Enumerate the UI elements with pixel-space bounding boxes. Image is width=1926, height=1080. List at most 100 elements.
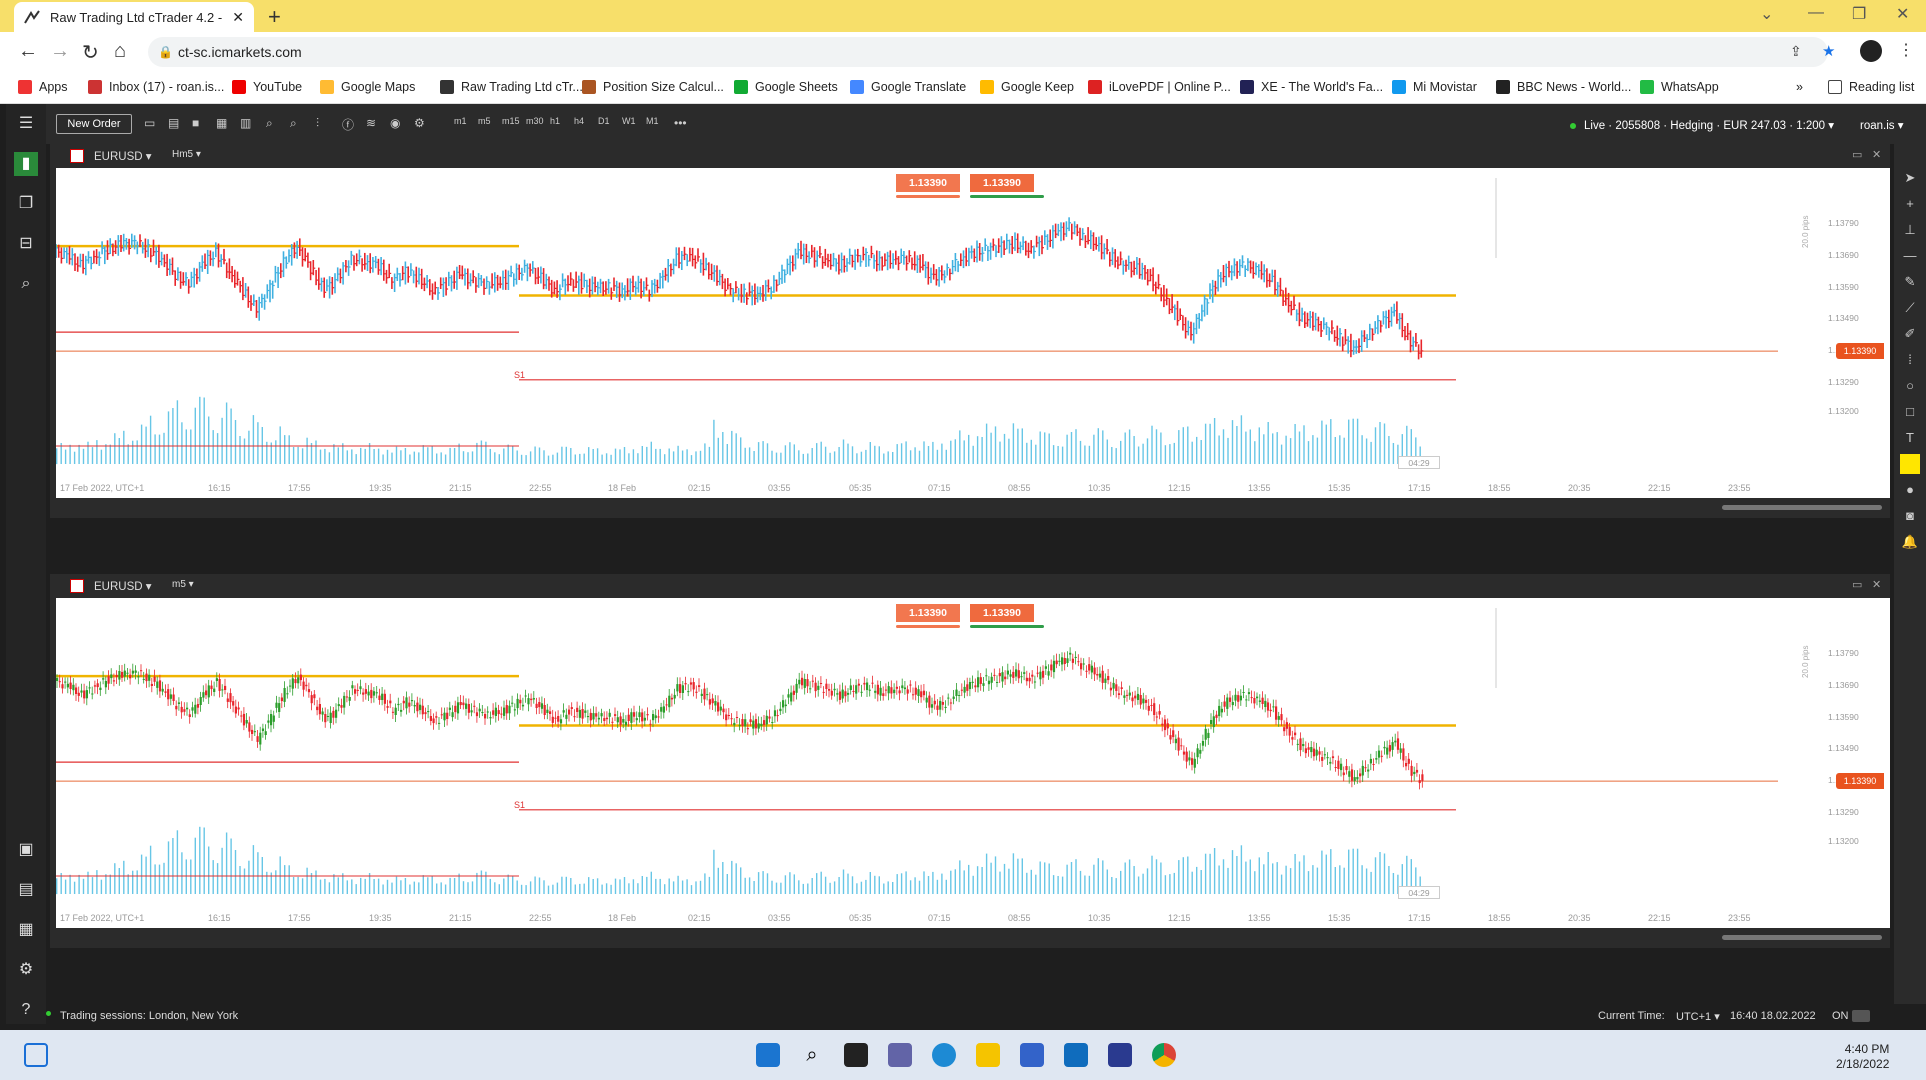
timeframe-selector[interactable]: m5 ▾ — [172, 579, 194, 590]
more-timeframes-icon[interactable]: ••• — [674, 116, 687, 130]
maximize-chart-icon[interactable]: ▭ — [1852, 578, 1862, 591]
help-icon[interactable]: ? — [14, 998, 38, 1022]
timezone-select[interactable]: UTC+1 ▾ — [1676, 1010, 1720, 1023]
edge-icon[interactable] — [932, 1043, 956, 1067]
symbol-selector[interactable]: EURUSD ▾ — [94, 149, 152, 163]
horizontal-line-icon[interactable]: ⊥ — [1900, 220, 1920, 240]
timeframe-m30[interactable]: m30 — [526, 116, 544, 126]
close-window-icon[interactable]: ✕ — [1896, 4, 1909, 24]
zoom-in-icon[interactable]: ⌕ — [290, 116, 297, 131]
cursor-icon[interactable]: ➤ — [1900, 168, 1920, 188]
bookmark-item[interactable]: Raw Trading Ltd cTr... — [440, 80, 583, 94]
bookmark-item[interactable]: Position Size Calcul... — [582, 80, 724, 94]
pencil-icon[interactable]: ✎ — [1900, 272, 1920, 292]
sell-button[interactable]: 1.13390 — [896, 604, 960, 622]
single-chart-icon[interactable]: ■ — [192, 116, 199, 130]
timeframe-m5[interactable]: m5 — [478, 116, 491, 126]
menu-dots-icon[interactable]: ⋮ — [1898, 40, 1914, 60]
chat-icon[interactable] — [888, 1043, 912, 1067]
reload-icon[interactable]: ↻ — [82, 40, 99, 65]
hamburger-icon[interactable]: ☰ — [14, 112, 38, 136]
toggle-switch[interactable] — [1852, 1010, 1870, 1022]
split-chart-icon[interactable]: ▥ — [240, 116, 251, 130]
rectangle-icon[interactable]: □ — [1900, 402, 1920, 422]
timeframe-m1[interactable]: m1 — [454, 116, 467, 126]
chart-scrollbar[interactable] — [56, 930, 1890, 944]
share-icon[interactable]: ⇪ — [1790, 43, 1802, 60]
bookmark-item[interactable]: Apps — [18, 80, 68, 94]
color-swatch-icon[interactable] — [1900, 454, 1920, 474]
bookmark-item[interactable]: WhatsApp — [1640, 80, 1719, 94]
file-explorer-icon[interactable] — [976, 1043, 1000, 1067]
chart-mode-icon[interactable]: ▭ — [144, 116, 155, 130]
template-icon[interactable]: ⚙ — [414, 116, 425, 130]
camera-icon[interactable]: ◙ — [1900, 506, 1920, 526]
timeframe-selector[interactable]: Hm5 ▾ — [172, 149, 201, 160]
layout-icon[interactable]: ▤ — [168, 116, 179, 130]
trade-icon[interactable]: ▮ — [14, 152, 38, 176]
crosshair-icon[interactable]: + — [1900, 194, 1920, 214]
chart-scrollbar[interactable] — [56, 500, 1890, 514]
more-bookmarks-button[interactable]: » — [1796, 80, 1803, 94]
bookmark-item[interactable]: Google Maps — [320, 80, 415, 94]
maximize-chart-icon[interactable]: ▭ — [1852, 148, 1862, 161]
eye-icon[interactable]: ◉ — [390, 116, 400, 130]
settings-gear-icon[interactable]: ⚙ — [14, 958, 38, 982]
forward-icon[interactable]: → — [50, 40, 70, 63]
buy-button[interactable]: 1.13390 — [970, 174, 1034, 192]
grid-icon[interactable]: ⁞ — [1900, 350, 1920, 370]
scrollbar-thumb[interactable] — [1722, 505, 1882, 510]
timeframe-h4[interactable]: h4 — [574, 116, 584, 126]
indicators-icon[interactable]: ⫶ — [316, 116, 319, 131]
layers-icon[interactable]: ≋ — [366, 116, 376, 130]
bookmark-item[interactable]: iLovePDF | Online P... — [1088, 80, 1231, 94]
analyze-icon[interactable]: ⌕ — [14, 272, 38, 296]
mail-icon[interactable] — [1064, 1043, 1088, 1067]
dot-icon[interactable]: ● — [1900, 480, 1920, 500]
bookmark-item[interactable]: Google Translate — [850, 80, 966, 94]
copy-icon[interactable]: ❐ — [14, 192, 38, 216]
close-chart-icon[interactable]: ✕ — [1872, 148, 1881, 161]
desktop-icon[interactable] — [24, 1043, 48, 1067]
bookmark-item[interactable]: YouTube — [232, 80, 302, 94]
url-field[interactable]: 🔒 ct-sc.icmarkets.com — [148, 37, 1828, 67]
reading-list-button[interactable]: Reading list — [1828, 80, 1914, 94]
chart-plot-area[interactable]: 1.13790 1.13690 1.13590 1.13490 1.13390 1.132… — [56, 598, 1890, 928]
briefcase-icon[interactable]: ▣ — [14, 838, 38, 862]
bookmark-item[interactable]: Inbox (17) - roan.is... — [88, 80, 224, 94]
ctrader-app-icon[interactable] — [1108, 1043, 1132, 1067]
bookmark-star-icon[interactable]: ★ — [1822, 42, 1835, 60]
close-chart-icon[interactable]: ✕ — [1872, 578, 1881, 591]
search-icon[interactable]: ⌕ — [800, 1043, 824, 1067]
automate-icon[interactable]: ⊟ — [14, 232, 38, 256]
brush-icon[interactable]: ✐ — [1900, 324, 1920, 344]
timeframe-m15[interactable]: m15 — [502, 116, 520, 126]
symbol-selector[interactable]: EURUSD ▾ — [94, 579, 152, 593]
timeframe-M1[interactable]: M1 — [646, 116, 659, 126]
fibonacci-icon[interactable]: ⟋ — [1900, 298, 1920, 318]
task-view-icon[interactable] — [844, 1043, 868, 1067]
close-tab-icon[interactable]: ✕ — [232, 9, 244, 26]
buy-button[interactable]: 1.13390 — [970, 604, 1034, 622]
alert-bell-icon[interactable]: 🔔 — [1900, 532, 1920, 552]
bookmark-item[interactable]: XE - The World's Fa... — [1240, 80, 1383, 94]
text-icon[interactable]: T — [1900, 428, 1920, 448]
chrome-icon[interactable] — [1152, 1043, 1176, 1067]
line-icon[interactable]: — — [1900, 246, 1920, 266]
profile-avatar[interactable] — [1860, 40, 1882, 62]
new-tab-icon[interactable]: + — [268, 4, 281, 30]
timeframe-h1[interactable]: h1 — [550, 116, 560, 126]
bookmark-item[interactable]: Mi Movistar — [1392, 80, 1477, 94]
news-icon[interactable]: ▦ — [14, 918, 38, 942]
tab-search-icon[interactable]: ⌄ — [1760, 4, 1773, 24]
timeframe-D1[interactable]: D1 — [598, 116, 610, 126]
zoom-out-icon[interactable]: ⌕ — [266, 116, 273, 131]
account-info[interactable]: Live · 2055808 · Hedging · EUR 247.03 · … — [1570, 118, 1834, 132]
bookmark-item[interactable]: Google Sheets — [734, 80, 838, 94]
start-icon[interactable] — [756, 1043, 780, 1067]
new-order-button[interactable]: New Order — [56, 114, 132, 134]
home-icon[interactable]: ⌂ — [114, 40, 126, 63]
minimize-icon[interactable]: — — [1808, 4, 1824, 22]
object-icon[interactable]: ⓕ — [342, 116, 354, 133]
back-icon[interactable]: ← — [18, 40, 38, 63]
